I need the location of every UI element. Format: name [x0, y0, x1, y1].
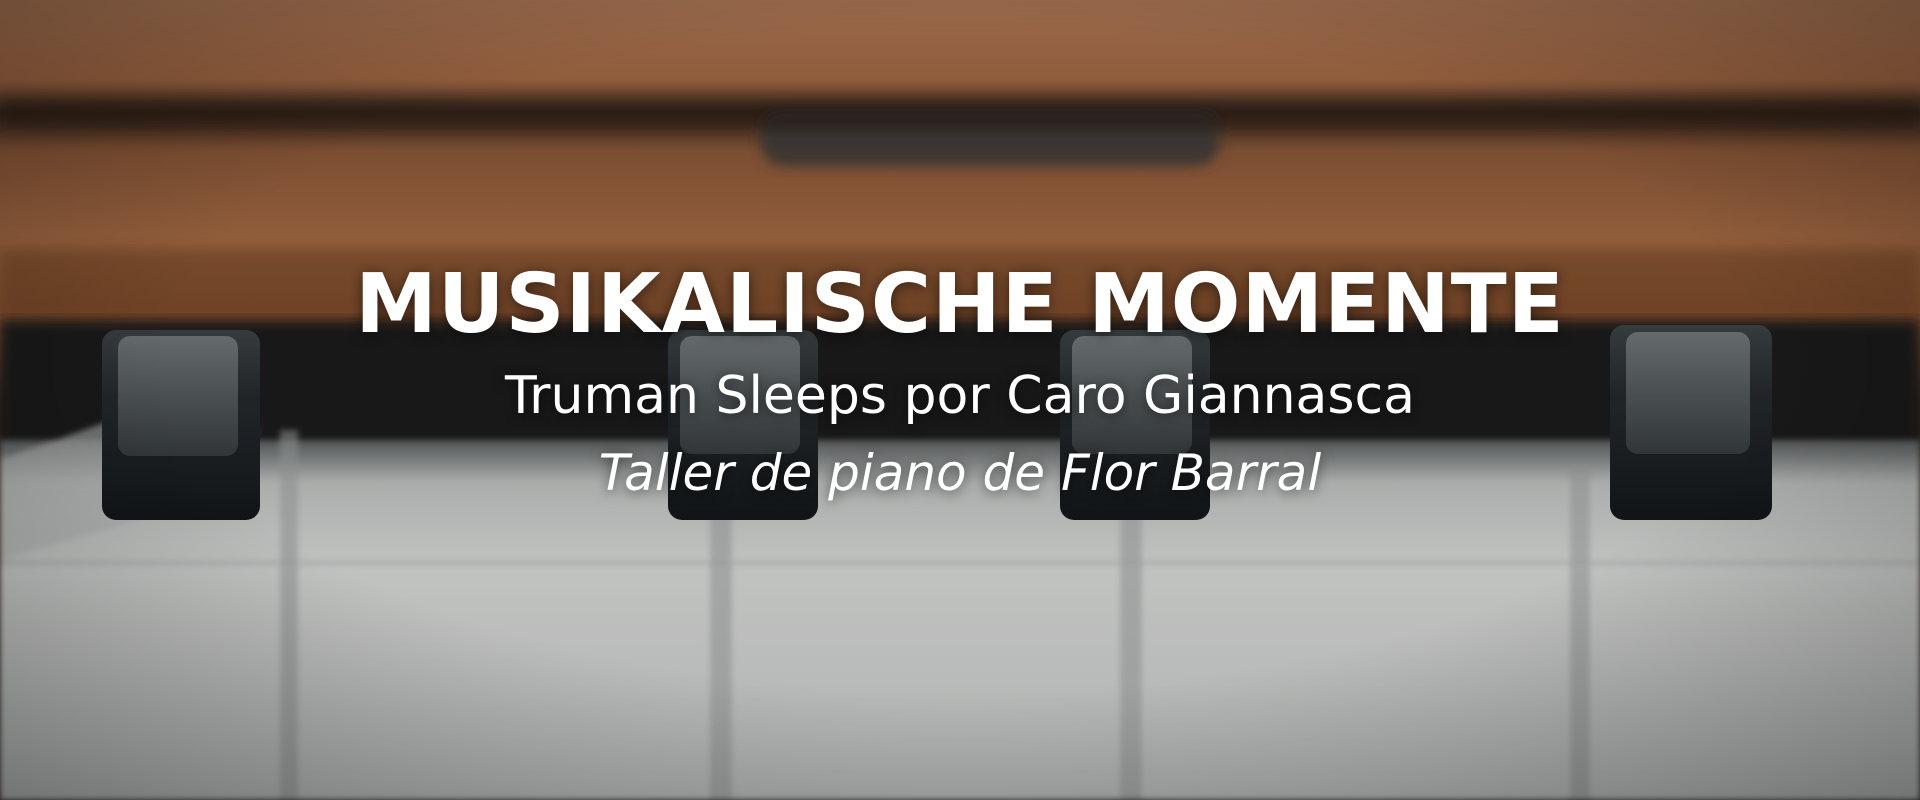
hero-tagline: Taller de piano de Flor Barral — [598, 444, 1322, 502]
hero-caption: MUSIKALISCHE MOMENTE Truman Sleeps por C… — [0, 255, 1920, 509]
hero-subtitle: Truman Sleeps por Caro Giannasca — [505, 366, 1415, 426]
hero-banner: MUSIKALISCHE MOMENTE Truman Sleeps por C… — [0, 0, 1920, 800]
hero-title: MUSIKALISCHE MOMENTE — [355, 257, 1565, 352]
